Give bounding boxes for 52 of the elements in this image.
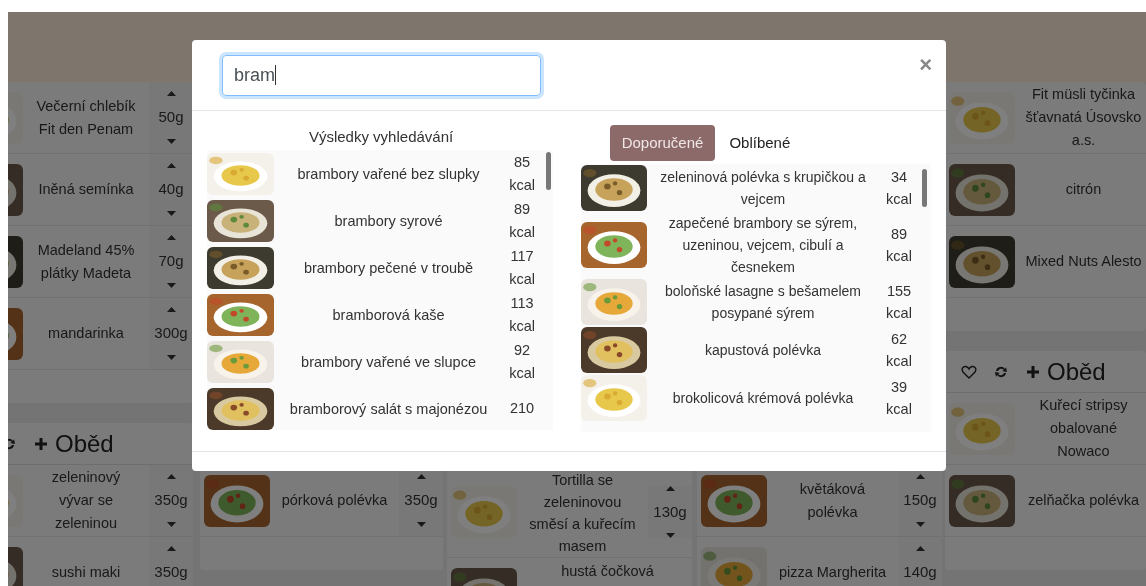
- tab[interactable]: Oblíbené: [717, 125, 803, 161]
- tab[interactable]: Doporučené: [609, 125, 716, 161]
- weight-value: 300g: [154, 323, 188, 344]
- food-name: zeleninový vývar se zeleninou: [50, 468, 122, 533]
- food-name: mandarinka: [47, 324, 125, 343]
- calorie-value: 85 kcal: [508, 152, 536, 195]
- weight-value: 50g: [158, 107, 184, 128]
- food-name: pórková polévka: [280, 491, 389, 510]
- meal-title: Oběd: [55, 428, 114, 459]
- food-name: Kuřecí stripsy obalované Nowaco: [1038, 396, 1129, 461]
- weight-value: 130g: [653, 501, 687, 522]
- calorie-value: 34 kcal: [885, 168, 913, 209]
- calorie-value: 62 kcal: [885, 330, 913, 371]
- calorie-value: 117 kcal: [508, 246, 536, 289]
- weight-value: 40g: [158, 179, 184, 200]
- weight-value: 350g: [404, 490, 438, 511]
- food-name: Iněná semínka: [37, 180, 135, 199]
- weight-value: 140g: [903, 562, 937, 583]
- food-name: sushi maki: [50, 563, 122, 582]
- weight-value: 70g: [158, 251, 184, 272]
- food-name[interactable]: bramborový salát s majonézou: [274, 397, 504, 420]
- calorie-value: 92 kcal: [508, 340, 536, 383]
- food-name: hustá čočková: [560, 562, 655, 581]
- food-name: Madeland 45% plátky Madeta: [36, 240, 136, 283]
- food-name[interactable]: brambory pečené v troubě: [274, 256, 504, 279]
- food-name[interactable]: boloňské lasagne s bešamelem posypané sýrem: [648, 280, 877, 324]
- weight-value: 350g: [154, 490, 188, 511]
- food-name[interactable]: brambory vařené ve slupce: [274, 350, 504, 373]
- calorie-value: 89 kcal: [885, 225, 913, 266]
- food-name: zelňačka polévka: [1026, 491, 1141, 510]
- results-heading: Výsledky vyhledávání: [307, 127, 455, 147]
- calorie-value: 155 kcal: [885, 282, 913, 323]
- food-name: citrón: [1064, 180, 1103, 199]
- food-name: Mixed Nuts Alesto: [1024, 252, 1143, 271]
- calorie-value: 39 kcal: [885, 378, 913, 419]
- food-name[interactable]: bramborová kaše: [274, 303, 504, 326]
- meal-title: Oběd: [1047, 356, 1106, 387]
- food-name[interactable]: kapustová polévka: [648, 339, 877, 361]
- food-name[interactable]: brambory syrové: [274, 209, 504, 232]
- weight-value: 350g: [154, 562, 188, 583]
- calorie-value: 89 kcal: [508, 199, 536, 242]
- close-button[interactable]: ×: [919, 54, 932, 76]
- calorie-value: 210: [509, 399, 536, 418]
- calorie-value: 113 kcal: [508, 293, 536, 336]
- food-name: květáková polévka: [798, 479, 867, 522]
- weight-value: 150g: [903, 490, 937, 511]
- food-name[interactable]: brokolicová krémová polévka: [648, 387, 877, 409]
- food-name: Večerní chlebík Fit den Penam: [35, 96, 137, 139]
- search-field[interactable]: bram: [222, 54, 541, 96]
- food-name: pizza Margherita: [777, 563, 888, 582]
- food-name[interactable]: brambory vařené bez slupky: [274, 162, 504, 185]
- food-name: Fit müsli tyčinka šťavnatá Úsovsko a.s.: [1024, 85, 1143, 150]
